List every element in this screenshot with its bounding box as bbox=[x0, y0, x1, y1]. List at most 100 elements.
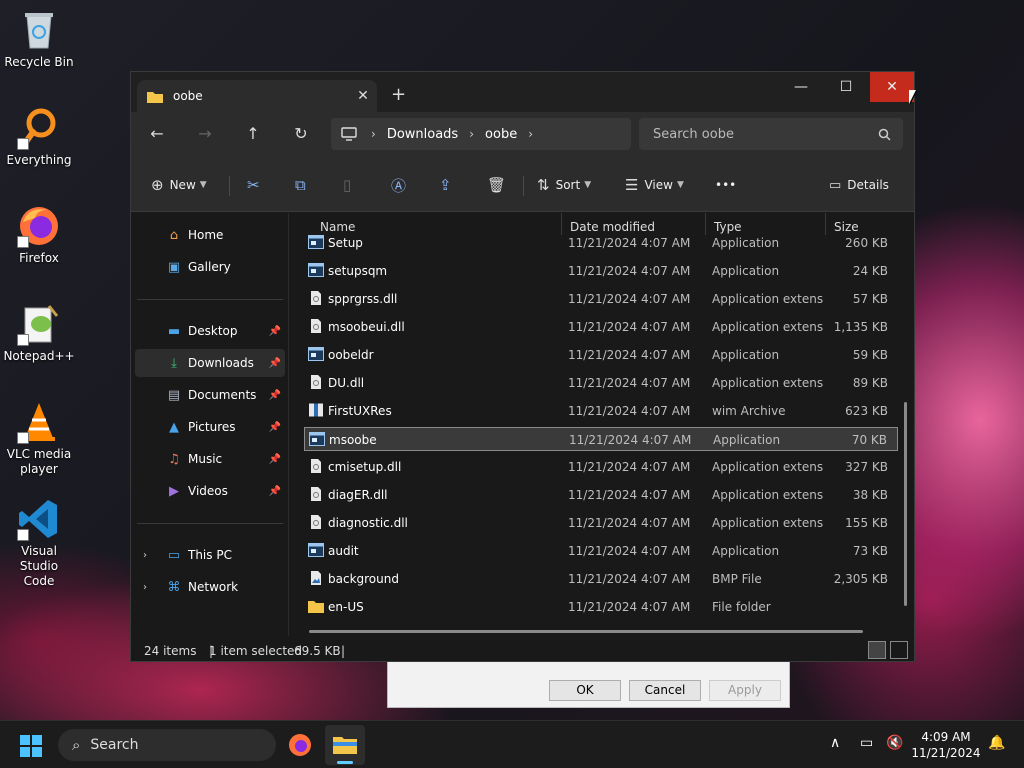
back-arrow-icon[interactable]: ← bbox=[145, 124, 169, 143]
ok-button[interactable]: OK bbox=[549, 680, 621, 701]
pin-icon[interactable]: 📌 bbox=[269, 326, 281, 337]
notification-bell-icon[interactable]: 🔔 bbox=[988, 735, 1005, 751]
volume-muted-icon[interactable]: 🔇 bbox=[886, 735, 903, 751]
address-bar[interactable]: › Downloads › oobe › bbox=[331, 118, 631, 150]
view-label: View bbox=[644, 178, 673, 192]
file-row[interactable]: Setup 11/21/2024 4:07 AM Application 260 KB bbox=[304, 231, 898, 255]
shortcut-arrow-icon bbox=[17, 432, 29, 444]
desktop-icon-label: Everything bbox=[6, 153, 72, 167]
maximize-button[interactable]: ☐ bbox=[823, 72, 869, 102]
file-row[interactable]: msoobe 11/21/2024 4:07 AM Application 70 KB bbox=[304, 427, 898, 451]
pin-icon[interactable]: 📌 bbox=[269, 422, 281, 433]
network-tray-icon[interactable]: ▭ bbox=[860, 735, 873, 751]
file-row[interactable]: diagnostic.dll 11/21/2024 4:07 AM Applicat… bbox=[304, 511, 898, 535]
pin-icon[interactable]: 📌 bbox=[269, 486, 281, 497]
file-row[interactable]: spprgrss.dll 11/21/2024 4:07 AM Applicatio… bbox=[304, 287, 898, 311]
large-icons-view-toggle-icon[interactable] bbox=[890, 641, 908, 659]
sidebar-item-gallery[interactable]: ▣ Gallery bbox=[135, 253, 285, 281]
close-window-button[interactable]: ✕ bbox=[870, 72, 914, 102]
up-arrow-icon[interactable]: ↑ bbox=[241, 124, 265, 143]
more-options-button[interactable]: ••• bbox=[715, 173, 736, 197]
copy-button[interactable]: ⧉ bbox=[295, 173, 306, 197]
start-button[interactable] bbox=[20, 735, 42, 760]
details-view-toggle-icon[interactable] bbox=[868, 641, 886, 659]
sort-button[interactable]: ⇅ Sort ▼ bbox=[537, 173, 591, 197]
sidebar-item-label: Downloads bbox=[188, 356, 254, 370]
cancel-button[interactable]: Cancel bbox=[629, 680, 701, 701]
desktop-icon-vlc[interactable]: VLC media player bbox=[4, 400, 74, 477]
refresh-icon[interactable]: ↻ bbox=[289, 124, 313, 143]
sidebar-item-home[interactable]: ⌂ Home bbox=[135, 221, 285, 249]
desktop-icon-recycle-bin[interactable]: Recycle Bin bbox=[4, 8, 74, 70]
tab-oobe[interactable]: oobe ✕ bbox=[137, 80, 377, 112]
file-row[interactable]: cmisetup.dll 11/21/2024 4:07 AM Applicatio… bbox=[304, 455, 898, 479]
chevron-right-icon[interactable]: › bbox=[143, 582, 147, 593]
sidebar-item-pictures[interactable]: ▲ Pictures 📌 bbox=[135, 413, 285, 441]
pin-icon[interactable]: 📌 bbox=[269, 454, 281, 465]
file-type: Application extens... bbox=[712, 376, 824, 390]
desktop-icon-notepad-plus-plus[interactable]: Notepad++ bbox=[3, 302, 75, 364]
rename-button[interactable]: Ⓐ bbox=[391, 173, 406, 197]
chevron-right-icon[interactable]: › bbox=[143, 550, 147, 561]
new-tab-button[interactable]: + bbox=[391, 84, 406, 105]
breadcrumb-downloads[interactable]: Downloads bbox=[387, 127, 458, 142]
details-label: Details bbox=[847, 178, 889, 192]
taskbar-file-explorer[interactable] bbox=[325, 725, 365, 765]
taskbar: ⌕ Search ∧ ▭ 🔇 4:09 AM 11/21/2024 🔔 bbox=[0, 720, 1024, 768]
pin-icon[interactable]: 📌 bbox=[269, 390, 281, 401]
show-hidden-icons-chevron-icon[interactable]: ∧ bbox=[830, 735, 840, 751]
minimize-button[interactable]: — bbox=[778, 72, 824, 102]
sidebar-item-network[interactable]: › ⌘ Network bbox=[135, 573, 285, 601]
cut-button[interactable]: ✂ bbox=[247, 173, 260, 197]
file-date-modified: 11/21/2024 4:07 AM bbox=[569, 433, 692, 447]
file-row[interactable]: DU.dll 11/21/2024 4:07 AM Application exte… bbox=[304, 371, 898, 395]
file-row[interactable]: setupsqm 11/21/2024 4:07 AM Application 24 … bbox=[304, 259, 898, 283]
view-button[interactable]: ☰ View ▼ bbox=[625, 173, 684, 197]
details-pane-button[interactable]: ▭ Details bbox=[829, 173, 889, 197]
taskbar-search-label: Search bbox=[90, 737, 139, 753]
share-button[interactable]: ⇪ bbox=[439, 173, 452, 197]
breadcrumb-chevron-icon[interactable]: › bbox=[371, 127, 376, 141]
file-row[interactable]: FirstUXRes 11/21/2024 4:07 AM wim Archive 6… bbox=[304, 399, 898, 423]
taskbar-search-box[interactable]: ⌕ Search bbox=[58, 729, 276, 761]
desktop-icon-vscode[interactable]: Visual Studio Code bbox=[4, 497, 74, 589]
vertical-scrollbar[interactable] bbox=[904, 402, 907, 606]
desktop-icon-firefox[interactable]: Firefox bbox=[4, 204, 74, 266]
file-size: 260 KB bbox=[845, 236, 888, 250]
search-input[interactable]: Search oobe bbox=[639, 118, 903, 150]
title-bar[interactable]: oobe ✕ + — ☐ ✕ bbox=[131, 72, 914, 112]
file-row[interactable]: oobeldr 11/21/2024 4:07 AM Application 59 K… bbox=[304, 343, 898, 367]
sidebar-item-downloads[interactable]: ⤓ Downloads 📌 bbox=[135, 349, 285, 377]
file-row[interactable]: msoobeui.dll 11/21/2024 4:07 AM Applicatio… bbox=[304, 315, 898, 339]
desktop-icon-everything[interactable]: Everything bbox=[4, 106, 74, 168]
sidebar-item-documents[interactable]: ▤ Documents 📌 bbox=[135, 381, 285, 409]
delete-button[interactable]: 🗑 bbox=[487, 173, 506, 197]
application-icon bbox=[308, 235, 324, 249]
windows-logo-icon bbox=[20, 735, 42, 757]
file-row[interactable]: en-US 11/21/2024 4:07 AM File folder bbox=[304, 595, 898, 619]
toolbar-divider bbox=[229, 176, 230, 196]
sidebar-item-videos[interactable]: ▶ Videos 📌 bbox=[135, 477, 285, 505]
pin-icon[interactable]: 📌 bbox=[269, 358, 281, 369]
breadcrumb-oobe[interactable]: oobe bbox=[485, 127, 517, 142]
horizontal-scrollbar[interactable] bbox=[309, 630, 863, 633]
file-row[interactable]: background 11/21/2024 4:07 AM BMP File 2,30… bbox=[304, 567, 898, 591]
breadcrumb-chevron-icon[interactable]: › bbox=[528, 127, 533, 141]
tab-title: oobe bbox=[173, 89, 203, 103]
gallery-icon: ▣ bbox=[167, 259, 181, 275]
new-button[interactable]: ⊕ New ▼ bbox=[151, 173, 207, 197]
file-row[interactable]: diagER.dll 11/21/2024 4:07 AM Application … bbox=[304, 483, 898, 507]
file-row[interactable]: audit 11/21/2024 4:07 AM Application 73 KB bbox=[304, 539, 898, 563]
close-tab-icon[interactable]: ✕ bbox=[349, 88, 377, 104]
downloads-folder-icon: ⤓ bbox=[171, 355, 177, 371]
breadcrumb-chevron-icon[interactable]: › bbox=[469, 127, 474, 141]
clock[interactable]: 4:09 AM 11/21/2024 bbox=[910, 729, 982, 761]
navigation-bar: ← → ↑ ↻ › Downloads › oobe › Search oobe bbox=[131, 112, 914, 158]
taskbar-firefox[interactable] bbox=[288, 733, 312, 760]
sidebar-item-desktop[interactable]: ▬ Desktop 📌 bbox=[135, 317, 285, 345]
sidebar-item-music[interactable]: ♫ Music 📌 bbox=[135, 445, 285, 473]
sidebar-item-this-pc[interactable]: › ▭ This PC bbox=[135, 541, 285, 569]
file-name: Setup bbox=[328, 236, 363, 250]
file-name: spprgrss.dll bbox=[328, 292, 398, 306]
mouse-cursor-icon bbox=[909, 90, 916, 104]
